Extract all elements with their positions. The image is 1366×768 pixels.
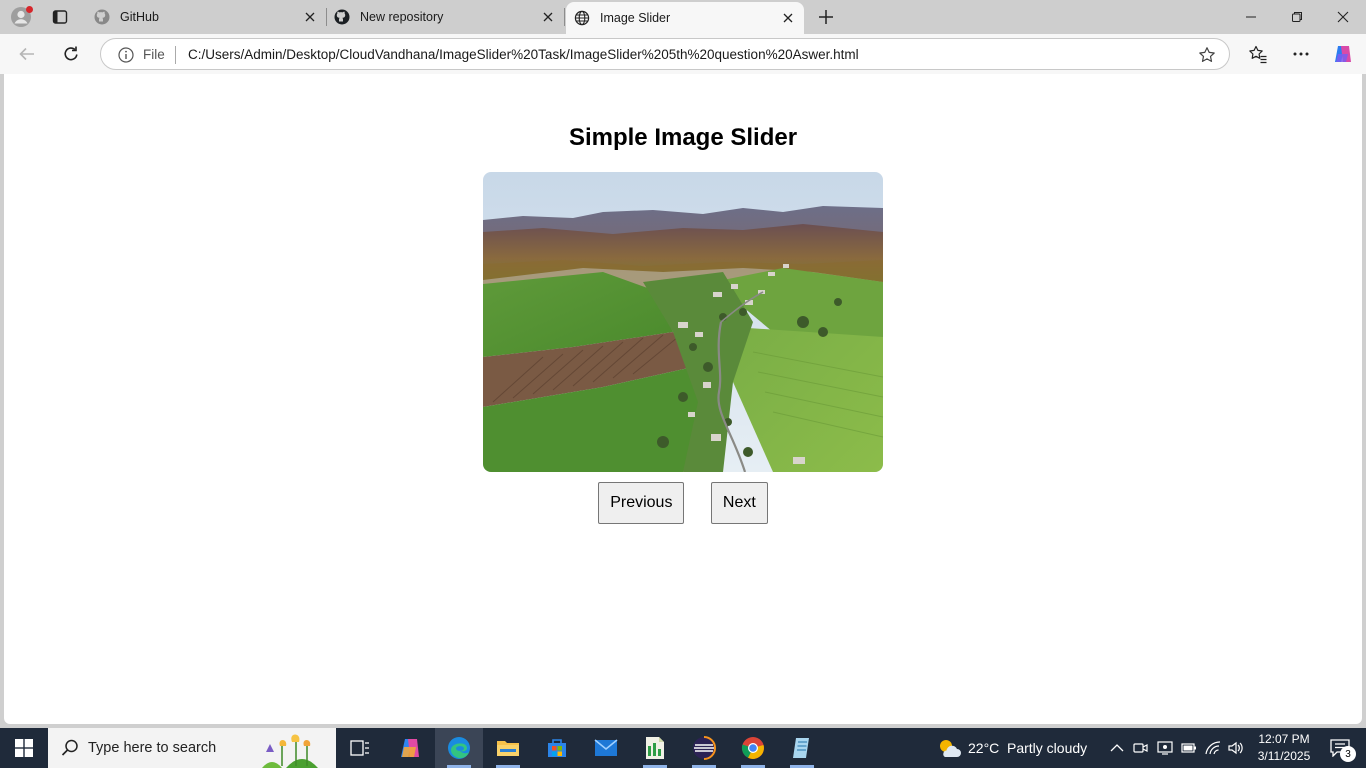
tab-image-slider[interactable]: Image Slider	[566, 2, 804, 34]
edge-icon	[448, 737, 470, 759]
profile-avatar[interactable]	[8, 5, 34, 29]
edge-taskbar-button[interactable]	[435, 728, 483, 768]
taskbar-clock[interactable]: 12:07 PM 3/11/2025	[1254, 731, 1314, 765]
weather-temperature[interactable]: 22°C	[968, 728, 999, 768]
address-divider	[175, 46, 176, 64]
close-tab-icon[interactable]	[540, 9, 556, 25]
taskbar: Type here to search 22°C Partly cloudy 1…	[0, 728, 1366, 768]
url-text[interactable]: C:/Users/Admin/Desktop/CloudVandhana/Ima…	[188, 47, 859, 62]
meet-now-icon[interactable]	[1131, 738, 1151, 758]
search-placeholder: Type here to search	[88, 740, 217, 756]
tab-strip: GitHub New repository Image Slider	[0, 0, 1366, 34]
file-explorer-taskbar-button[interactable]	[484, 728, 532, 768]
task-view-button[interactable]	[336, 728, 384, 768]
windows-logo-icon	[15, 739, 33, 757]
copilot-taskbar-button[interactable]	[386, 728, 434, 768]
clock-date: 3/11/2025	[1257, 749, 1311, 763]
plus-icon	[819, 10, 833, 24]
chrome-icon	[741, 737, 764, 759]
close-tab-icon[interactable]	[780, 10, 796, 26]
task-view-icon	[350, 740, 369, 756]
weather-condition[interactable]: Partly cloudy	[1007, 728, 1087, 768]
tulips-search-highlight-icon	[262, 734, 318, 768]
search-icon	[61, 739, 78, 756]
favorites-icon	[1249, 45, 1267, 64]
notification-center-button[interactable]: 3	[1318, 728, 1362, 768]
store-icon	[548, 739, 566, 757]
tab-github[interactable]: GitHub	[86, 0, 327, 34]
globe-icon	[574, 10, 590, 26]
page-viewport: Simple Image Slider Previous Next	[4, 74, 1362, 724]
mail-taskbar-button[interactable]	[582, 728, 630, 768]
spreadsheet-app-icon	[646, 737, 664, 759]
weather-icon[interactable]	[936, 738, 964, 758]
start-button[interactable]	[0, 728, 48, 768]
github-icon	[334, 9, 350, 25]
new-tab-button[interactable]	[812, 5, 840, 29]
mail-icon	[594, 739, 618, 756]
tab-label: GitHub	[120, 10, 159, 24]
profile-alert-dot	[26, 6, 33, 13]
favorite-star-icon[interactable]	[1197, 45, 1217, 65]
close-tab-icon[interactable]	[302, 9, 318, 25]
next-button[interactable]: Next	[710, 482, 768, 524]
store-taskbar-button[interactable]	[533, 728, 581, 768]
file-explorer-icon	[497, 741, 519, 756]
minimize-icon	[1246, 16, 1256, 18]
reload-icon	[64, 46, 78, 61]
clock-time: 12:07 PM	[1258, 732, 1310, 746]
more-options-button[interactable]	[1286, 39, 1316, 69]
page-title: Simple Image Slider	[568, 124, 798, 151]
slider-image	[483, 172, 883, 472]
chrome-taskbar-button[interactable]	[729, 728, 777, 768]
taskbar-search-box[interactable]: Type here to search	[48, 728, 336, 768]
browser-toolbar: File C:/Users/Admin/Desktop/CloudVandhan…	[0, 34, 1366, 74]
github-icon	[94, 9, 110, 25]
back-arrow-icon	[19, 47, 34, 61]
eclipse-icon	[693, 736, 716, 760]
close-icon	[1337, 11, 1349, 23]
notification-count-badge: 3	[1340, 746, 1356, 762]
copilot-button[interactable]	[1328, 39, 1358, 69]
battery-icon[interactable]	[1179, 738, 1199, 758]
restore-icon	[1292, 12, 1302, 22]
tab-label: Image Slider	[600, 11, 671, 25]
close-window-button[interactable]	[1320, 0, 1366, 34]
favorites-button[interactable]	[1243, 39, 1273, 69]
site-info-icon[interactable]	[117, 46, 135, 64]
spreadsheet-taskbar-button[interactable]	[631, 728, 679, 768]
wifi-icon[interactable]	[1203, 738, 1223, 758]
minimize-button[interactable]	[1228, 0, 1274, 34]
restore-button[interactable]	[1274, 0, 1320, 34]
url-scheme-label: File	[143, 47, 165, 62]
copilot-icon	[1335, 46, 1351, 62]
notepad-taskbar-button[interactable]	[778, 728, 826, 768]
notepad-icon	[793, 738, 809, 758]
display-icon[interactable]	[1155, 738, 1175, 758]
copilot-icon	[401, 739, 419, 757]
slider-controls: Previous Next	[4, 482, 1362, 524]
reload-button[interactable]	[56, 39, 86, 69]
more-horizontal-icon	[1293, 52, 1309, 56]
address-bar[interactable]: File C:/Users/Admin/Desktop/CloudVandhan…	[100, 38, 1230, 70]
previous-button[interactable]: Previous	[598, 482, 685, 524]
volume-icon[interactable]	[1226, 738, 1246, 758]
tab-new-repository[interactable]: New repository	[326, 0, 565, 34]
tab-actions-icon	[52, 10, 68, 24]
show-hidden-icons-icon[interactable]	[1107, 738, 1127, 758]
tab-label: New repository	[360, 10, 444, 24]
eclipse-taskbar-button[interactable]	[680, 728, 728, 768]
tab-actions-button[interactable]	[46, 5, 74, 29]
back-button[interactable]	[12, 39, 42, 69]
